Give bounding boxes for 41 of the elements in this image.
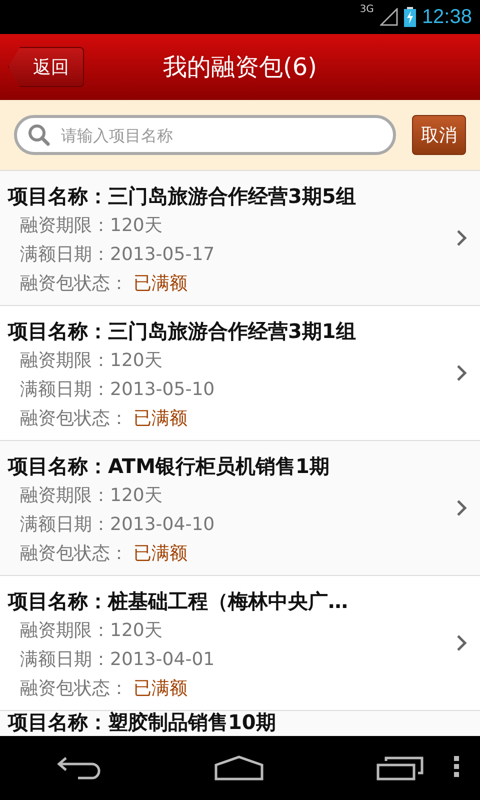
project-list-item[interactable]: 项目名称：三门岛旅游合作经营3期5组 融资期限：120天 满额日期：2013-05-17 融资包状态： 已满额 — [0, 171, 480, 306]
financing-term: 融资期限：120天 — [20, 214, 164, 238]
back-button[interactable]: 返回 — [8, 47, 84, 87]
full-date: 满额日期：2013-05-10 — [20, 378, 216, 402]
project-list-item[interactable]: 项目名称：塑胶制品销售10期 — [0, 711, 480, 736]
status-label: 融资包状态： — [20, 542, 128, 564]
financing-term: 融资期限：120天 — [20, 484, 164, 508]
search-icon — [28, 124, 50, 146]
status-value: 已满额 — [134, 408, 188, 428]
full-date: 满额日期：2013-04-10 — [20, 512, 216, 536]
full-date: 满额日期：2013-04-01 — [20, 648, 216, 672]
project-name: 项目名称：ATM银行柜员机销售1期 — [8, 452, 330, 480]
battery-icon — [404, 7, 416, 27]
chevron-right-icon — [456, 364, 468, 382]
project-name: 项目名称：三门岛旅游合作经营3期1组 — [8, 318, 357, 344]
network-type: 3G — [360, 4, 374, 15]
status-label: 融资包状态： — [20, 678, 128, 698]
chevron-right-icon — [456, 229, 468, 247]
full-date: 满额日期：2013-05-17 — [20, 242, 216, 266]
status-label: 融资包状态： — [20, 408, 128, 428]
status-value: 已满额 — [134, 542, 188, 564]
status-label: 融资包状态： — [20, 272, 128, 294]
recent-apps-icon[interactable] — [376, 755, 424, 781]
page-title: 我的融资包(6) — [163, 53, 317, 81]
financing-term: 融资期限：120天 — [20, 348, 164, 372]
signal-icon — [380, 8, 398, 26]
home-icon[interactable] — [214, 755, 264, 781]
status-value: 已满额 — [134, 678, 188, 698]
project-name: 项目名称：桩基础工程（梅林中央广… — [8, 588, 349, 614]
clock: 12:38 — [422, 6, 472, 28]
financing-term: 融资期限：120天 — [20, 618, 164, 642]
menu-icon[interactable] — [454, 756, 460, 778]
cancel-button[interactable]: 取消 — [412, 115, 466, 155]
project-name: 项目名称：塑胶制品销售10期 — [8, 711, 277, 734]
project-list-item[interactable]: 项目名称：ATM银行柜员机销售1期 融资期限：120天 满额日期：2013-04-10 融资包状态： 已满额 — [0, 441, 480, 576]
back-icon[interactable] — [56, 755, 102, 781]
status-value: 已满额 — [134, 272, 188, 294]
chevron-right-icon — [456, 499, 468, 517]
chevron-right-icon — [456, 634, 468, 652]
search-field[interactable]: 请输入项目名称 — [14, 115, 396, 155]
project-name: 项目名称：三门岛旅游合作经营3期5组 — [8, 182, 357, 210]
